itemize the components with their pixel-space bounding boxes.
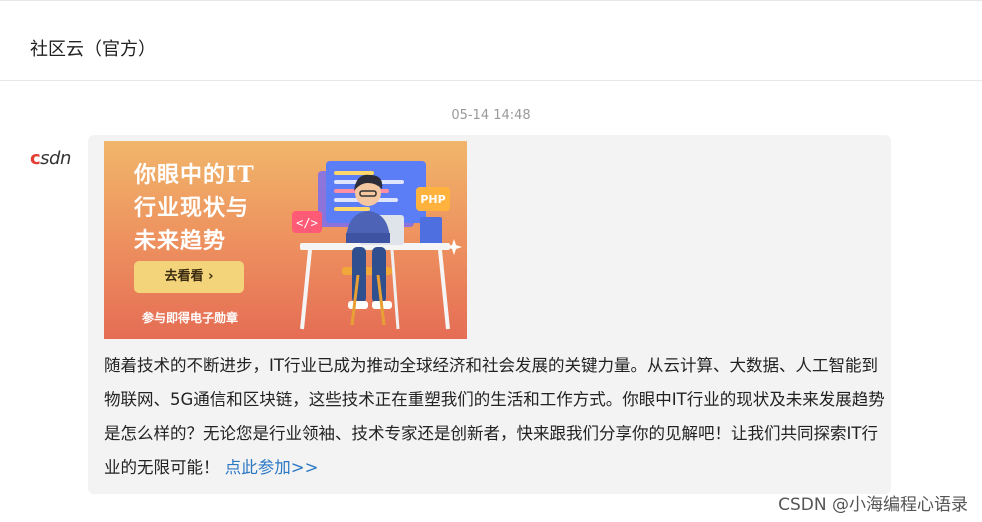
developer-illustration: </> PHP [292,161,462,330]
php-badge: PHP [416,187,450,211]
message-timestamp: 05-14 14:48 [451,108,531,123]
message-body-text: 随着技术的不断进步，IT行业已成为推动全球经济和社会发展的关键力量。从云计算、大… [104,356,885,477]
svg-text:PHP: PHP [420,193,445,206]
banner-headline-line3: 未来趋势 [134,228,227,254]
chat-header: 社区云（官方） [0,1,982,81]
message-bubble: 你眼中的IT 行业现状与 未来趋势 去看看 › 参与即得电子勋章 </> PHP… [88,135,891,494]
banner-subtext: 参与即得电子勋章 [142,311,239,325]
chevron-right-icon: › [208,269,214,284]
banner-headline: 你眼中的IT 行业现状与 未来趋势 [134,159,284,258]
avatar-logo-letter: c [30,148,41,169]
message-body: 随着技术的不断进步，IT行业已成为推动全球经济和社会发展的关键力量。从云计算、大… [104,349,889,485]
banner-headline-line1: 你眼中的IT [134,162,255,188]
chat-title: 社区云（官方） [30,39,156,60]
book-stack [420,217,442,245]
sender-avatar[interactable]: csdn [30,148,80,172]
svg-text:</>: </> [296,216,318,230]
participate-link[interactable]: 点此参加>> [225,458,319,477]
avatar-logo-text: sdn [40,148,71,169]
banner-go-button-label: 去看看 [164,269,204,284]
banner-go-button[interactable]: 去看看 › [134,261,244,293]
banner-headline-line2: 行业现状与 [134,195,250,221]
promo-banner[interactable]: 你眼中的IT 行业现状与 未来趋势 去看看 › 参与即得电子勋章 </> PHP [104,141,467,339]
watermark: CSDN @小海编程心语录 [778,495,968,515]
code-tag-icon: </> [292,211,322,233]
chat-area[interactable]: 05-14 14:48 csdn 你眼中的IT 行业现状与 未来趋势 去看看 ›… [0,82,982,522]
